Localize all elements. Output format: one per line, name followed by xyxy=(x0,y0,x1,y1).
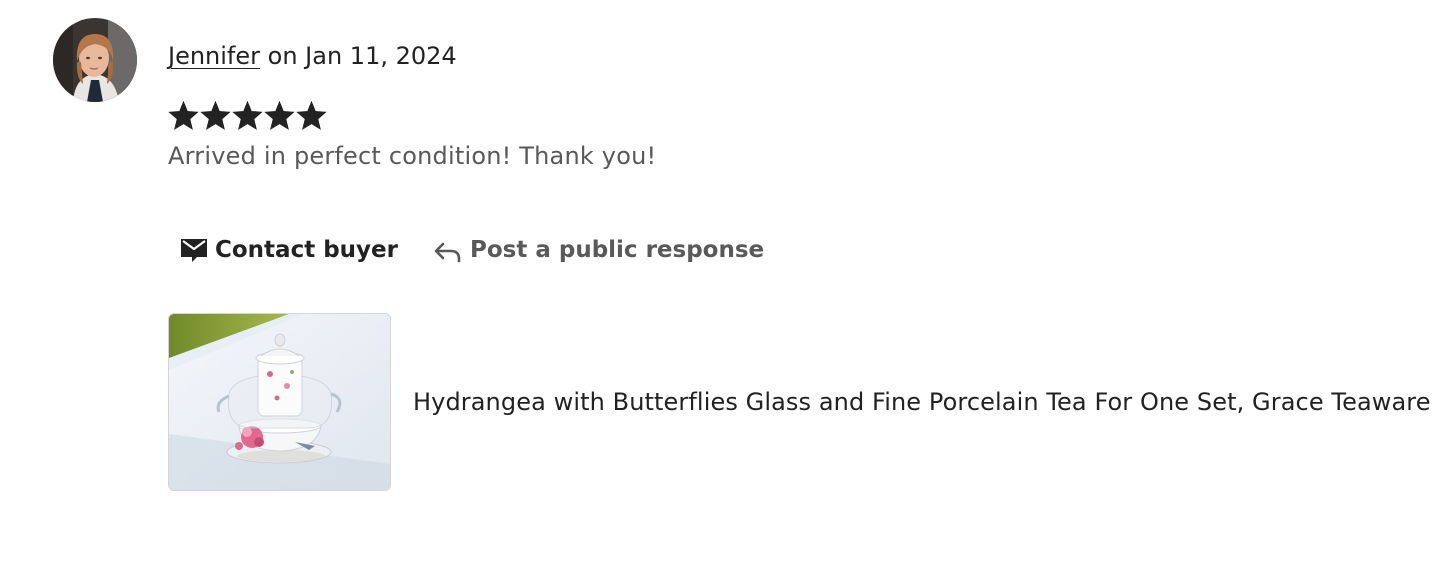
review-actions: Contact buyer Post a public response xyxy=(168,226,776,274)
product-title-link[interactable]: Hydrangea with Butterflies Glass and Fin… xyxy=(413,386,1431,418)
reply-arrow-icon xyxy=(432,235,464,265)
star-icon xyxy=(232,100,263,130)
star-icon xyxy=(296,100,327,130)
review-text: Arrived in perfect condition! Thank you! xyxy=(168,142,657,170)
purchased-item: Hydrangea with Butterflies Glass and Fin… xyxy=(168,313,1431,491)
reviewer-name-link[interactable]: Jennifer xyxy=(168,42,260,70)
star-icon xyxy=(168,100,199,130)
contact-buyer-label: Contact buyer xyxy=(215,237,398,263)
review-date: on Jan 11, 2024 xyxy=(260,42,457,70)
review-card: Jennifer on Jan 11, 2024 Arrived in perf… xyxy=(0,0,1445,561)
avatar-photo xyxy=(53,18,137,102)
star-icon xyxy=(264,100,295,130)
star-rating xyxy=(168,100,327,132)
product-thumbnail[interactable] xyxy=(168,313,391,491)
star-icon xyxy=(200,100,231,130)
envelope-icon xyxy=(179,235,209,265)
review-byline: Jennifer on Jan 11, 2024 xyxy=(168,40,457,72)
post-public-response-label: Post a public response xyxy=(469,237,765,263)
avatar[interactable] xyxy=(53,18,137,102)
post-public-response-button[interactable]: Post a public response xyxy=(432,228,776,272)
contact-buyer-button[interactable]: Contact buyer xyxy=(168,228,410,272)
